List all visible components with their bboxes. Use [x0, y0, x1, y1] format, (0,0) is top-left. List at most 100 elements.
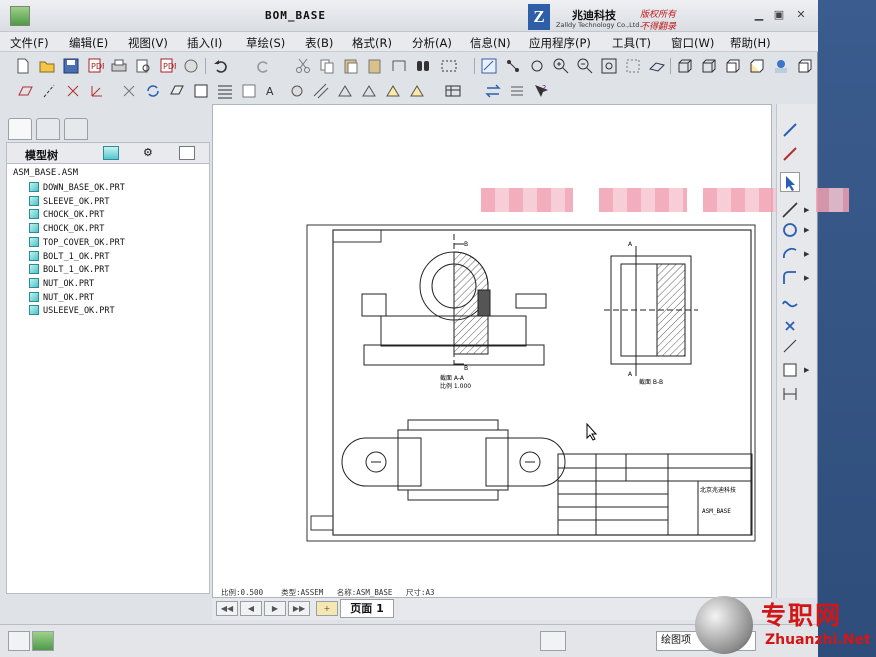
fillet-tool-icon[interactable]	[780, 268, 800, 288]
tree-item[interactable]: BOLT_1_OK.PRT	[29, 264, 110, 277]
cut-icon[interactable]	[294, 57, 312, 75]
tree-columns-icon[interactable]	[179, 146, 195, 160]
coord-sys-icon[interactable]	[88, 82, 106, 100]
menu-file[interactable]: 文件(F)	[10, 35, 49, 51]
table-icon[interactable]	[216, 82, 234, 100]
line-tool-icon[interactable]	[780, 200, 800, 220]
save-copy-icon[interactable]: PDF	[86, 57, 107, 75]
menu-edit[interactable]: 编辑(E)	[69, 35, 108, 51]
graphics-window[interactable]: 截面 A-A 比例 1.000 截面 B-B ASM_BASE 北京兆迪科技 B…	[212, 104, 849, 598]
zoom-out-icon[interactable]	[576, 57, 594, 75]
menu-analysis[interactable]: 分析(A)	[412, 35, 452, 51]
menu-insert[interactable]: 插入(I)	[187, 35, 222, 51]
drawing-model-icon[interactable]	[168, 82, 186, 100]
tree-item[interactable]: USLEEVE_OK.PRT	[29, 305, 115, 318]
tree-item[interactable]: BOLT_1_OK.PRT	[29, 250, 110, 264]
menu-table[interactable]: 表(B)	[305, 35, 333, 51]
orient-icon[interactable]	[648, 57, 666, 75]
spin-center-icon[interactable]	[120, 82, 138, 100]
tree-settings-icon[interactable]: ⚙	[143, 146, 159, 160]
shading-icon[interactable]	[748, 57, 766, 75]
menu-view[interactable]: 视图(V)	[128, 35, 168, 51]
paste-special-icon[interactable]	[366, 57, 384, 75]
close-button[interactable]: ✕	[794, 9, 808, 21]
find-icon[interactable]	[414, 57, 432, 75]
wireframe-icon[interactable]	[676, 57, 694, 75]
tree-item[interactable]: TOP_COVER_OK.PRT	[29, 236, 125, 250]
paste-icon[interactable]	[342, 57, 360, 75]
datum-point-icon[interactable]	[64, 82, 82, 100]
datum-plane-icon[interactable]	[16, 82, 34, 100]
copy-icon[interactable]	[318, 57, 336, 75]
menu-help[interactable]: 帮助(H)	[730, 35, 771, 51]
spline-tool-icon[interactable]	[780, 292, 800, 312]
app-icon[interactable]	[10, 6, 30, 26]
minimize-button[interactable]: ▁	[752, 9, 766, 21]
model-tree-tab-icon[interactable]	[8, 118, 32, 140]
sketch-tool-icon[interactable]	[780, 120, 800, 140]
repaint-icon[interactable]	[624, 57, 642, 75]
select-box-icon[interactable]	[440, 57, 458, 75]
maximize-button[interactable]: ▣	[772, 9, 786, 21]
browser-toggle-icon[interactable]	[32, 631, 54, 651]
layers-icon[interactable]	[528, 57, 546, 75]
layer-tree-icon[interactable]	[192, 82, 210, 100]
tree-toggle-icon[interactable]	[8, 631, 30, 651]
tolerance-icon[interactable]	[336, 82, 354, 100]
point-tool-icon[interactable]	[780, 316, 800, 336]
trim-tool-icon[interactable]	[780, 360, 800, 380]
surface-finish-icon[interactable]	[288, 82, 306, 100]
arc-tool-icon[interactable]	[780, 244, 800, 264]
hidden-line-icon[interactable]	[700, 57, 718, 75]
tree-root-asm[interactable]: ASM_BASE.ASM	[13, 168, 78, 178]
view-detail-icon[interactable]	[408, 82, 426, 100]
menu-tools[interactable]: 工具(T)	[612, 35, 651, 51]
text-style-icon[interactable]: A	[264, 82, 282, 100]
circle-tool-icon[interactable]	[780, 220, 800, 240]
redo-icon[interactable]	[254, 57, 272, 75]
save-icon[interactable]	[62, 57, 80, 75]
tree-item[interactable]: CHOCK_OK.PRT	[29, 223, 104, 236]
page-tab[interactable]: 页面 1	[340, 599, 394, 618]
offset-tool-icon[interactable]	[780, 336, 800, 356]
favorites-tab-icon[interactable]	[64, 118, 88, 140]
hatch-icon[interactable]	[312, 82, 330, 100]
undo-icon[interactable]	[212, 57, 230, 75]
folder-browser-tab-icon[interactable]	[36, 118, 60, 140]
menu-format[interactable]: 格式(R)	[352, 35, 392, 51]
dimension-tool-icon[interactable]	[780, 384, 800, 404]
view-projection-icon[interactable]	[384, 82, 402, 100]
menu-sketch[interactable]: 草绘(S)	[246, 35, 285, 51]
last-page-button[interactable]: ▶▶	[288, 601, 310, 616]
print-icon[interactable]	[110, 57, 128, 75]
edit-sketch-icon[interactable]	[780, 144, 800, 164]
view-general-icon[interactable]	[360, 82, 378, 100]
menu-info[interactable]: 信息(N)	[470, 35, 511, 51]
menu-window[interactable]: 窗口(W)	[671, 35, 714, 51]
tree-item[interactable]: CHOCK_OK.PRT	[29, 209, 104, 222]
tree-item[interactable]: NUT_OK.PRT	[29, 291, 94, 305]
note-icon[interactable]	[240, 82, 258, 100]
tree-item[interactable]: NUT_OK.PRT	[29, 277, 94, 291]
email-icon[interactable]: PDF	[158, 57, 179, 75]
add-page-icon[interactable]: +	[316, 601, 338, 616]
select-arrow-icon[interactable]	[780, 172, 800, 192]
snap-icon[interactable]	[504, 57, 522, 75]
menu-applications[interactable]: 应用程序(P)	[529, 35, 591, 51]
next-page-button[interactable]: ▶	[264, 601, 286, 616]
settings-icon[interactable]	[508, 82, 526, 100]
saved-views-icon[interactable]	[796, 57, 814, 75]
model-icon[interactable]	[772, 57, 790, 75]
tree-item[interactable]: SLEEVE_OK.PRT	[29, 195, 110, 209]
open-folder-icon[interactable]	[38, 57, 56, 75]
first-page-button[interactable]: ◀◀	[216, 601, 238, 616]
tree-item[interactable]: DOWN_BASE_OK.PRT	[29, 182, 125, 195]
regenerate-icon[interactable]	[390, 57, 408, 75]
table-insert-icon[interactable]	[444, 82, 462, 100]
refresh-icon[interactable]	[144, 82, 162, 100]
print-preview-icon[interactable]	[134, 57, 152, 75]
zoom-in-icon[interactable]	[552, 57, 570, 75]
no-hidden-icon[interactable]	[724, 57, 742, 75]
prev-page-button[interactable]: ◀	[240, 601, 262, 616]
new-file-icon[interactable]	[14, 57, 32, 75]
